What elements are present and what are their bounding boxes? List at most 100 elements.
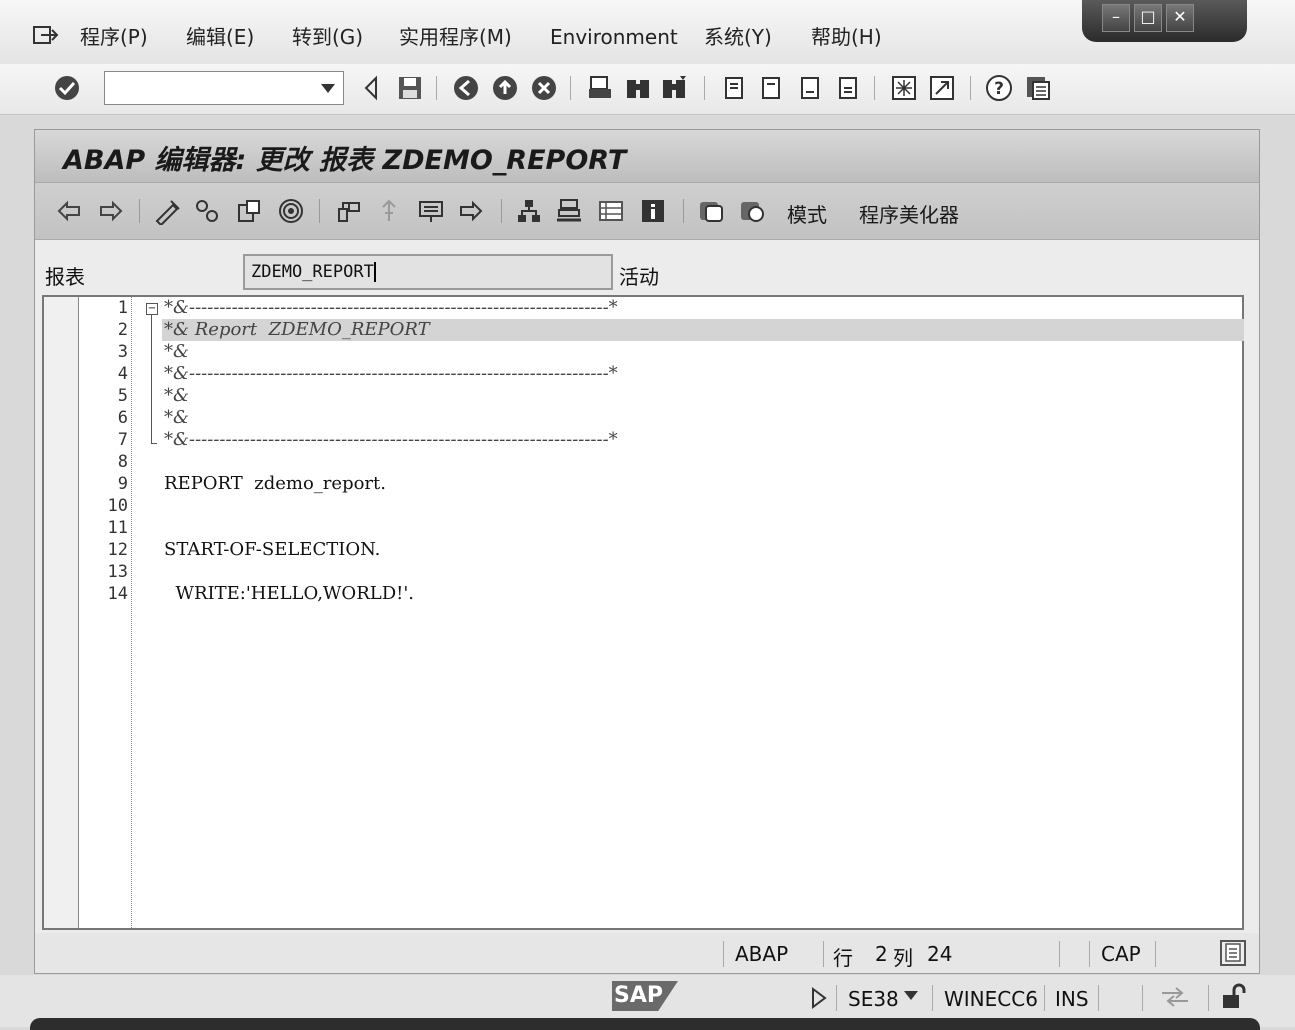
code-comment-line[interactable]: *& bbox=[164, 341, 189, 363]
col-label: 列 bbox=[893, 946, 913, 970]
svg-text:?: ? bbox=[994, 79, 1004, 99]
activate-icon[interactable] bbox=[335, 197, 363, 225]
find-next-icon[interactable] bbox=[660, 74, 688, 102]
minimize-button[interactable]: – bbox=[1102, 4, 1130, 32]
report-name-input[interactable]: ZDEMO_REPORT bbox=[243, 254, 613, 290]
arrow-right-icon[interactable] bbox=[97, 197, 125, 225]
system-server: WINECC6 bbox=[944, 987, 1038, 1011]
hierarchy-icon[interactable] bbox=[515, 197, 543, 225]
window-controls: – □ ✕ bbox=[1082, 0, 1247, 42]
line-number: 9 bbox=[117, 474, 128, 494]
layout-menu-icon[interactable] bbox=[1024, 74, 1052, 102]
code-comment-line[interactable]: *&--------------------------------------… bbox=[164, 363, 618, 385]
line-number: 8 bbox=[117, 452, 128, 472]
line-number: 7 bbox=[117, 430, 128, 450]
transaction-code: SE38 bbox=[848, 987, 899, 1011]
pretty-printer-button[interactable]: 程序美化器 bbox=[859, 199, 959, 228]
standard-toolbar: ? bbox=[0, 64, 1295, 115]
cancel-icon[interactable] bbox=[530, 74, 558, 102]
line-number: 6 bbox=[117, 408, 128, 428]
line-number: 5 bbox=[117, 386, 128, 406]
new-session-icon[interactable] bbox=[890, 74, 918, 102]
next-page-icon[interactable] bbox=[796, 74, 824, 102]
last-page-icon[interactable] bbox=[834, 74, 862, 102]
help-icon[interactable]: ? bbox=[985, 74, 1013, 102]
display-object-list-icon[interactable] bbox=[597, 197, 625, 225]
menu-utilities[interactable]: 实用程序(M) bbox=[399, 24, 512, 50]
editor-margin bbox=[44, 297, 79, 928]
application-toolbar: 模式 程序美化器 bbox=[35, 183, 1259, 240]
title-bar: ABAP 编辑器: 更改 报表 ZDEMO_REPORT bbox=[35, 130, 1259, 183]
info-icon[interactable] bbox=[639, 197, 667, 225]
line-number: 10 bbox=[107, 496, 128, 516]
other-object-icon[interactable] bbox=[235, 197, 263, 225]
line-number: 1 bbox=[117, 298, 128, 318]
fold-guide-end bbox=[151, 443, 157, 444]
menu-system[interactable]: 系统(Y) bbox=[704, 24, 772, 50]
fold-guide bbox=[151, 315, 152, 443]
lock-icon[interactable] bbox=[1220, 983, 1248, 1011]
code-line[interactable]: REPORT zdemo_report. bbox=[164, 473, 386, 495]
find-icon[interactable] bbox=[624, 74, 652, 102]
print-icon[interactable] bbox=[586, 74, 614, 102]
line-number: 14 bbox=[107, 584, 128, 604]
fold-collapse-icon[interactable]: − bbox=[146, 303, 158, 315]
test-icon[interactable] bbox=[375, 197, 403, 225]
line-number: 2 bbox=[117, 320, 128, 340]
mode-button[interactable]: 模式 bbox=[787, 199, 827, 228]
report-label: 报表 bbox=[45, 265, 85, 289]
active-inactive-icon[interactable] bbox=[193, 197, 221, 225]
check-syntax-icon[interactable] bbox=[277, 197, 305, 225]
line-number: 13 bbox=[107, 562, 128, 582]
pretty-print-icon[interactable] bbox=[738, 197, 766, 225]
save-icon[interactable] bbox=[396, 74, 424, 102]
menu-exit-icon[interactable] bbox=[33, 24, 59, 46]
code-line[interactable]: START-OF-SELECTION. bbox=[164, 539, 380, 561]
report-name-value: ZDEMO_REPORT bbox=[251, 262, 374, 282]
main-window: ABAP 编辑器: 更改 报表 ZDEMO_REPORT 模式 程序美化器 报表… bbox=[34, 129, 1260, 974]
status-expand-icon[interactable] bbox=[810, 987, 828, 1009]
editor-settings-icon[interactable] bbox=[1219, 939, 1247, 967]
menu-edit[interactable]: 编辑(E) bbox=[186, 24, 254, 50]
code-comment-line[interactable]: *&--------------------------------------… bbox=[164, 297, 618, 319]
exit-icon[interactable] bbox=[491, 74, 519, 102]
menu-environment[interactable]: Environment bbox=[550, 24, 678, 50]
command-field[interactable] bbox=[104, 71, 344, 105]
chevron-down-icon[interactable] bbox=[904, 991, 918, 1001]
connection-icon bbox=[1162, 987, 1188, 1007]
menu-help[interactable]: 帮助(H) bbox=[811, 24, 882, 50]
line-number: 3 bbox=[117, 342, 128, 362]
insert-mode: INS bbox=[1055, 987, 1089, 1011]
menu-bar: 程序(P) 编辑(E) 转到(G) 实用程序(M) Environment 系统… bbox=[0, 0, 1295, 65]
language-indicator: ABAP bbox=[735, 942, 789, 966]
caps-indicator: CAP bbox=[1101, 942, 1141, 966]
code-comment-line[interactable]: *& bbox=[164, 407, 189, 429]
row-value: 2 bbox=[875, 942, 888, 966]
shortcut-icon[interactable] bbox=[928, 74, 956, 102]
code-comment-line[interactable]: *&--------------------------------------… bbox=[164, 429, 618, 451]
arrow-left-icon[interactable] bbox=[55, 197, 83, 225]
code-comment-line[interactable]: *& bbox=[164, 385, 189, 407]
enter-check-icon[interactable] bbox=[53, 74, 81, 102]
close-button[interactable]: ✕ bbox=[1166, 4, 1194, 32]
row-label: 行 bbox=[833, 946, 853, 970]
display-change-icon[interactable] bbox=[153, 197, 181, 225]
navigation-icon[interactable] bbox=[457, 197, 485, 225]
maximize-button[interactable]: □ bbox=[1134, 4, 1162, 32]
pattern-icon[interactable] bbox=[697, 197, 725, 225]
chevron-down-icon[interactable] bbox=[321, 84, 335, 94]
text-caret bbox=[373, 262, 376, 282]
back-icon[interactable] bbox=[452, 74, 480, 102]
first-page-icon[interactable] bbox=[720, 74, 748, 102]
menu-goto[interactable]: 转到(G) bbox=[292, 24, 363, 50]
previous-page-icon[interactable] bbox=[757, 74, 785, 102]
menu-program[interactable]: 程序(P) bbox=[80, 24, 148, 50]
code-comment-line[interactable]: *& Report ZDEMO_REPORT bbox=[164, 319, 430, 341]
where-used-icon[interactable] bbox=[417, 197, 445, 225]
object-list-icon[interactable] bbox=[555, 197, 583, 225]
line-number: 11 bbox=[107, 518, 128, 538]
code-line[interactable]: WRITE:'HELLO,WORLD!'. bbox=[164, 583, 414, 605]
history-back-icon[interactable] bbox=[358, 74, 386, 102]
code-editor[interactable]: − 1 *&-----------------------------------… bbox=[42, 295, 1244, 930]
page-title: ABAP 编辑器: 更改 报表 ZDEMO_REPORT bbox=[63, 145, 627, 176]
